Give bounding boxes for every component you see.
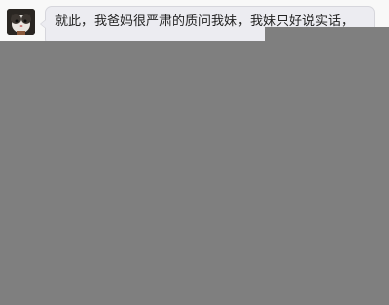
overlay-panel-top xyxy=(265,27,389,41)
avatar[interactable] xyxy=(7,9,35,35)
overlay-panel xyxy=(0,41,389,305)
cat-avatar-image xyxy=(7,9,35,35)
